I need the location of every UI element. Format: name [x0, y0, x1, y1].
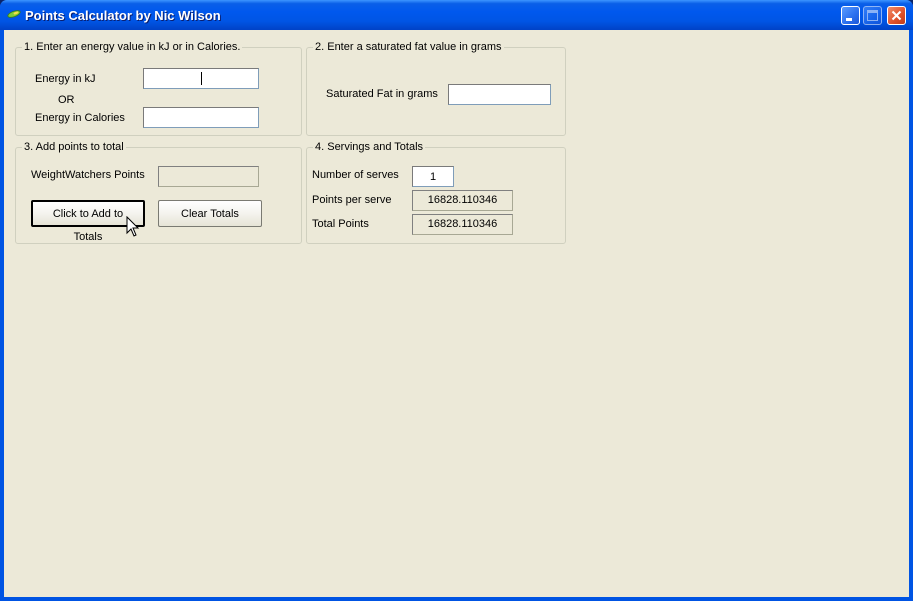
points-per-serve-label: Points per serve — [312, 194, 392, 206]
energy-calories-input[interactable] — [143, 107, 259, 128]
total-points-output: 16828.110346 — [412, 214, 513, 235]
saturated-fat-group-legend: 2. Enter a saturated fat value in grams — [313, 41, 504, 53]
text-caret — [201, 72, 202, 85]
add-points-group: 3. Add points to total WeightWatchers Po… — [15, 141, 302, 244]
app-icon — [7, 10, 21, 18]
ww-points-output — [158, 166, 259, 187]
servings-totals-group: 4. Servings and Totals Number of serves … — [306, 141, 566, 244]
window-title: Points Calculator by Nic Wilson — [25, 8, 221, 23]
saturated-fat-group: 2. Enter a saturated fat value in grams … — [306, 41, 566, 136]
servings-totals-group-legend: 4. Servings and Totals — [313, 141, 426, 153]
number-of-serves-field[interactable] — [413, 167, 453, 186]
clear-totals-button[interactable]: Clear Totals — [158, 200, 262, 227]
number-of-serves-label: Number of serves — [312, 169, 399, 181]
mouse-pointer-icon — [126, 216, 140, 237]
energy-calories-label: Energy in Calories — [35, 112, 125, 124]
close-icon — [891, 10, 902, 21]
energy-calories-field[interactable] — [144, 108, 258, 127]
points-per-serve-output: 16828.110346 — [412, 190, 513, 211]
saturated-fat-field[interactable] — [449, 85, 550, 104]
or-label: OR — [58, 94, 75, 106]
energy-group: 1. Enter an energy value in kJ or in Cal… — [15, 41, 302, 136]
close-button[interactable] — [887, 6, 906, 25]
energy-group-legend: 1. Enter an energy value in kJ or in Cal… — [22, 41, 243, 53]
energy-kj-input[interactable] — [143, 68, 259, 89]
title-bar[interactable]: Points Calculator by Nic Wilson — [0, 0, 913, 30]
maximize-icon — [867, 10, 878, 21]
energy-kj-label: Energy in kJ — [35, 73, 96, 85]
minimize-button[interactable] — [841, 6, 860, 25]
maximize-button[interactable] — [863, 6, 882, 25]
minimize-icon — [846, 18, 852, 21]
client-area: 1. Enter an energy value in kJ or in Cal… — [4, 30, 909, 597]
app-window: Points Calculator by Nic Wilson 1. Enter… — [0, 0, 913, 601]
saturated-fat-input[interactable] — [448, 84, 551, 105]
number-of-serves-input[interactable] — [412, 166, 454, 187]
total-points-label: Total Points — [312, 218, 369, 230]
saturated-fat-label: Saturated Fat in grams — [326, 88, 438, 100]
ww-points-label: WeightWatchers Points — [31, 169, 145, 181]
add-points-group-legend: 3. Add points to total — [22, 141, 126, 153]
